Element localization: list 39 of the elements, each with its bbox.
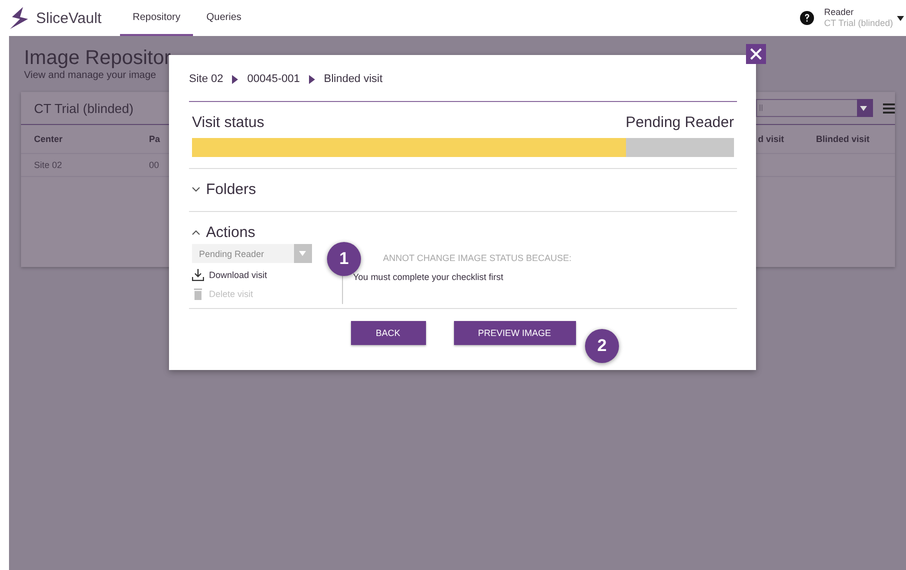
caret-icon	[298, 251, 306, 256]
dialog-button[interactable]: BACK	[350, 321, 426, 345]
breadcrumb-link[interactable]: 00045-001	[247, 73, 300, 85]
triangle-icon	[232, 74, 238, 84]
page-subtitle: View and manage your image	[23, 70, 156, 82]
column-header: Pa	[149, 134, 160, 144]
close-button[interactable]	[746, 44, 766, 64]
breadcrumb-link[interactable]: Blinded visit	[324, 73, 383, 85]
action-link[interactable]: Download visit	[192, 267, 328, 282]
breadcrumb-link[interactable]: Site 02	[189, 73, 224, 85]
triangle-icon	[308, 74, 315, 84]
help-icon[interactable]	[800, 11, 814, 25]
page-title: Image Repositor	[23, 46, 171, 70]
card-title: CT Trial (blinded)	[33, 100, 134, 116]
caret-icon[interactable]	[897, 16, 904, 20]
status-value: Pending Reader	[626, 114, 734, 132]
table-cell-text: Site 02	[33, 160, 64, 170]
section-toggle[interactable]: Actions	[189, 212, 258, 238]
user-role: Reader	[824, 7, 855, 18]
user-study: CT Trial (blinded)	[824, 18, 893, 29]
app-name: SliceVault	[36, 10, 102, 26]
section-toggle[interactable]: Folders	[189, 169, 260, 195]
logo-icon	[10, 7, 30, 29]
menu-icon[interactable]	[883, 102, 896, 114]
column-header: d visit	[757, 134, 786, 144]
chevron-icon	[192, 230, 200, 234]
column-header: Center	[33, 134, 64, 144]
nav-tab[interactable]: Queries	[193, 0, 254, 36]
table-cell: 00	[149, 160, 160, 170]
column-header: Blinded visit	[816, 134, 870, 144]
close-icon	[750, 48, 762, 60]
trash-icon	[192, 288, 204, 300]
dropdown-button[interactable]	[856, 99, 874, 117]
dialog-button[interactable]: PREVIEW IMAGE	[454, 321, 576, 345]
download-icon	[192, 268, 204, 280]
chevron-icon	[192, 186, 200, 192]
caret-icon	[860, 106, 868, 110]
notice-heading: ANNOT CHANGE IMAGE STATUS BECAUSE:	[382, 253, 572, 263]
status-label: Visit status	[192, 114, 264, 132]
